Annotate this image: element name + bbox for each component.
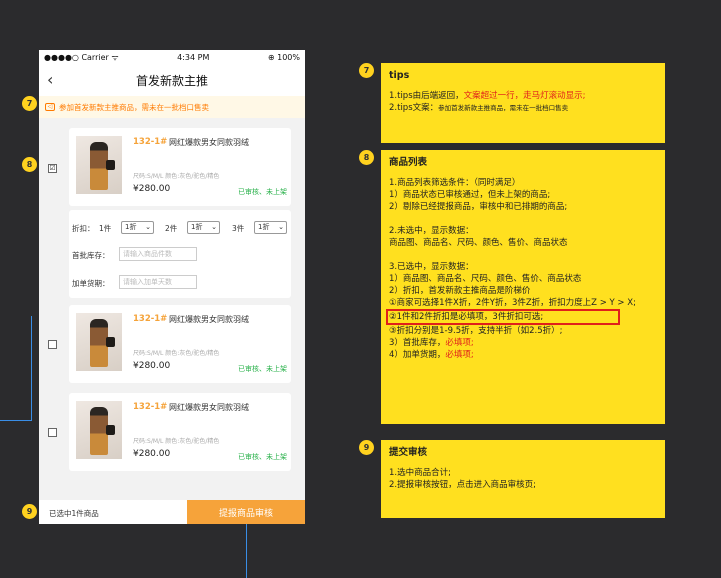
chevron-down-icon: ⌄ [211, 223, 217, 231]
days-label: 加单货期： [72, 279, 110, 288]
tip-text: 参加首发新款主推商品，需未在一批档口售卖 [59, 102, 209, 112]
connector-line [31, 316, 32, 421]
discount-panel: 折扣： 1件 1折 ⌄ 2件 1折 ⌄ 3件 1折 ⌄ 首批库存： 请输入商品件数 加… [69, 210, 291, 298]
chevron-left-icon[interactable]: ‹ [47, 70, 53, 89]
badge-8: 8 [22, 157, 37, 172]
note-text: 3）首批库存， [389, 338, 446, 348]
battery-label: ⊕ 100% [267, 52, 300, 62]
speaker-icon: ◁ [45, 103, 55, 111]
stock-input[interactable]: 请输入商品件数 [119, 247, 197, 261]
discount-select-1-value: 1折 [125, 223, 137, 231]
status-bar: ●●●●○ Carrier ᯤ 4:34 PM ⊕ 100% [39, 50, 305, 64]
discount-select-3-value: 1折 [258, 223, 270, 231]
product-price: ¥280.00 [133, 361, 171, 371]
product-spec: 尺码:S/M/L 颜色:灰色/驼色/精色 [133, 438, 220, 445]
product-status: 已审核、未上架 [238, 365, 287, 373]
note-title: tips [389, 70, 410, 81]
product-status: 已审核、未上架 [238, 453, 287, 461]
badge-7: 7 [22, 96, 37, 111]
product-image [76, 401, 122, 459]
note-submit: 提交审核 1.选中商品合计; 2.提报审核按钮，点击进入商品审核页; [381, 440, 665, 518]
note-text-red: 文案超过一行，走马灯滚动显示; [463, 91, 586, 101]
carrier-label: ●●●●○ Carrier ᯤ [44, 52, 119, 62]
note-badge-8: 8 [359, 150, 374, 165]
note-title: 提交审核 [389, 447, 428, 458]
note-text: 1.商品列表筛选条件：（同时满足） 1）商品状态已审核通过，但未上架的商品; 2… [389, 178, 568, 212]
note-tips: tips 1.tips由后端返回，文案超过一行，走马灯滚动显示; 2.tips文… [381, 63, 665, 143]
product-price: ¥280.00 [133, 449, 171, 459]
note-badge-9: 9 [359, 440, 374, 455]
product-code: 132-1# [133, 314, 168, 324]
note-text-red: 必填项; [445, 338, 474, 348]
selected-count: 已选中1件商品 [49, 509, 99, 518]
chevron-down-icon: ⌄ [145, 223, 151, 231]
product-spec: 尺码:S/M/L 颜色:灰色/驼色/精色 [133, 350, 220, 357]
note-text: 4）加单货期， [389, 350, 446, 360]
stock-label: 首批库存： [72, 251, 110, 260]
bottom-bar: 已选中1件商品 提报商品审核 [39, 500, 305, 524]
discount-label: 折扣： [72, 224, 95, 233]
note-text: 1.选中商品合计; 2.提报审核按钮，点击进入商品审核页; [389, 468, 536, 490]
discount-select-2-value: 1折 [191, 223, 203, 231]
chevron-down-icon: ⌄ [278, 223, 284, 231]
note-text-small: 参加首发新款主推商品，需未在一批档口售卖 [438, 104, 569, 112]
time-label: 4:34 PM [177, 52, 210, 62]
product-checkbox[interactable] [48, 340, 57, 349]
page-title: 首发新款主推 [135, 73, 208, 88]
note-text: 2.未选中，显示数据： 商品图、商品名、尺码、颜色、售价、商品状态 [389, 226, 568, 248]
note-text: 1.tips由后端返回， [389, 91, 464, 101]
connector-line [246, 524, 247, 578]
product-checkbox[interactable] [48, 428, 57, 437]
product-price: ¥280.00 [133, 184, 171, 194]
product-image [76, 313, 122, 371]
product-card[interactable]: 132-1# 网红爆款男女同款羽绒 尺码:S/M/L 颜色:灰色/驼色/精色 ¥… [69, 128, 291, 206]
note-title: 商品列表 [389, 157, 428, 168]
note-badge-7: 7 [359, 63, 374, 78]
discount-qty-3: 3件 [232, 224, 245, 233]
note-text-red: 必填项; [445, 350, 474, 360]
product-card[interactable]: 132-1# 网红爆款男女同款羽绒 尺码:S/M/L 颜色:灰色/驼色/精色 ¥… [69, 305, 291, 383]
discount-qty-2: 2件 [165, 224, 178, 233]
note-text: 2.tips文案： [389, 103, 439, 113]
submit-review-button[interactable]: 提报商品审核 [187, 500, 305, 524]
product-card[interactable]: 132-1# 网红爆款男女同款羽绒 尺码:S/M/L 颜色:灰色/驼色/精色 ¥… [69, 393, 291, 471]
product-name: 网红爆款男女同款羽绒 [169, 403, 249, 412]
product-spec: 尺码:S/M/L 颜色:灰色/驼色/精色 [133, 173, 220, 180]
phone-screen: ●●●●○ Carrier ᯤ 4:34 PM ⊕ 100% ‹ 首发新款主推 … [39, 50, 305, 524]
product-code: 132-1# [133, 402, 168, 412]
discount-select-3[interactable]: 1折 ⌄ [254, 221, 287, 234]
product-checkbox[interactable]: ☑ [48, 164, 57, 173]
note-text: 3.已选中，显示数据： 1）商品图、商品名、尺码、颜色、售价、商品状态 2）折扣… [389, 262, 636, 308]
product-code: 132-1# [133, 137, 168, 147]
badge-9: 9 [22, 504, 37, 519]
highlight-box: ②1件和2件折扣是必填项，3件折扣可选; [386, 309, 620, 325]
discount-select-2[interactable]: 1折 ⌄ [187, 221, 220, 234]
discount-qty-1: 1件 [99, 224, 112, 233]
note-product-list: 商品列表 1.商品列表筛选条件：（同时满足） 1）商品状态已审核通过，但未上架的… [381, 150, 665, 424]
note-text: ③折扣分别是1-9.5折，支持半折（如2.5折）; [389, 326, 563, 336]
product-image [76, 136, 122, 194]
days-input[interactable]: 请输入加单天数 [119, 275, 197, 289]
product-status: 已审核、未上架 [238, 188, 287, 196]
nav-bar: ‹ 首发新款主推 [39, 64, 305, 96]
product-name: 网红爆款男女同款羽绒 [169, 315, 249, 324]
product-name: 网红爆款男女同款羽绒 [169, 138, 249, 147]
connector-line [0, 420, 32, 421]
discount-select-1[interactable]: 1折 ⌄ [121, 221, 154, 234]
tip-bar: ◁ 参加首发新款主推商品，需未在一批档口售卖 [39, 96, 305, 118]
